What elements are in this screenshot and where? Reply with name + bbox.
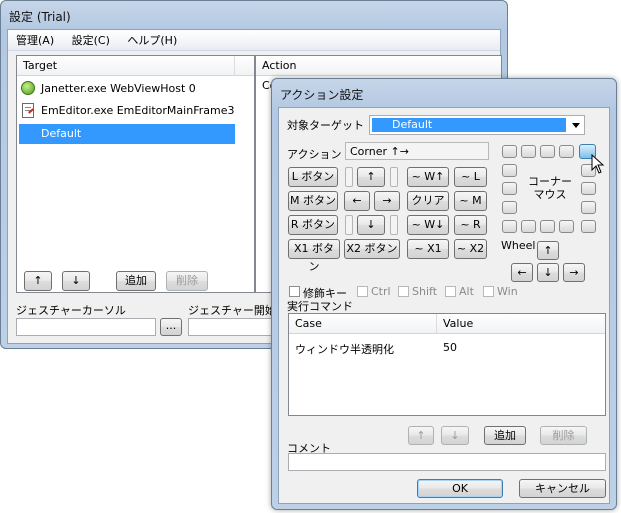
target-select-label: 対象ターゲット	[287, 119, 364, 132]
modifier-checkbox[interactable]	[289, 286, 300, 297]
m-button[interactable]: M ボタン	[288, 191, 338, 211]
corner-mouse-label: コーナーマウス	[528, 175, 572, 201]
down-arrow-button[interactable]: ↓	[357, 215, 385, 235]
gesture-start-field[interactable]	[188, 318, 278, 336]
target-add-button[interactable]: 追加	[116, 271, 156, 291]
target-row-default[interactable]: Default	[19, 124, 235, 144]
wheel-arrow-left-button[interactable]: ←	[511, 263, 533, 282]
gesture-start-label: ジェスチャー開始	[188, 304, 276, 317]
target-move-down-button[interactable]: ↓	[62, 271, 90, 291]
slot-left-bottom	[345, 215, 353, 235]
corner-top-1[interactable]	[521, 145, 536, 158]
clear-button[interactable]: クリア	[407, 191, 449, 211]
dialog-title: アクション設定	[280, 88, 364, 102]
menu-bar: 管理(A) 設定(C) ヘルプ(H)	[8, 30, 500, 51]
action-column-header[interactable]: Action	[256, 56, 501, 76]
target-row-label: Janetter.exe WebViewHost 0	[41, 82, 196, 95]
slot-right-top	[390, 167, 398, 187]
ctrl-label: Ctrl	[371, 285, 391, 298]
wheel-arrow-up-button[interactable]: ↑	[537, 241, 559, 260]
wheel-up-button[interactable]: ~ W↑	[407, 167, 449, 187]
action-value-field: Corner ↑→	[345, 142, 489, 160]
corner-bottom-right[interactable]	[581, 220, 596, 233]
command-add-button[interactable]: 追加	[484, 426, 526, 445]
corner-left-2[interactable]	[502, 182, 517, 195]
target-select[interactable]: Default	[369, 115, 585, 135]
shift-label: Shift	[412, 285, 438, 298]
target-list[interactable]: Target Janetter.exe WebViewHost 0 EmEdit…	[16, 55, 255, 293]
target-header-filler	[235, 56, 254, 76]
right-arrow-button[interactable]: →	[374, 191, 400, 211]
corner-top-left[interactable]	[502, 145, 517, 158]
r-button[interactable]: R ボタン	[288, 215, 338, 235]
target-row-emeditor[interactable]: EmEditor.exe EmEditorMainFrame3 0	[19, 102, 235, 135]
gesture-cursor-field[interactable]	[16, 318, 156, 336]
chevron-down-icon[interactable]	[572, 123, 580, 128]
action-label: アクション	[287, 148, 342, 161]
janetter-app-icon	[21, 81, 35, 95]
corner-right-2[interactable]	[581, 182, 596, 195]
wheel-label: Wheel	[501, 239, 536, 252]
comment-field[interactable]	[288, 453, 606, 471]
command-section-label: 実行コマンド	[287, 300, 353, 313]
corner-bottom-2[interactable]	[540, 220, 555, 233]
target-row-label: Default	[41, 127, 82, 140]
l-button[interactable]: L ボタン	[288, 167, 338, 187]
shift-checkbox[interactable]	[398, 286, 409, 297]
corner-left-3[interactable]	[502, 201, 517, 214]
tilde-l-button[interactable]: ~ L	[454, 167, 487, 187]
x2-button[interactable]: X2 ボタン	[344, 239, 400, 259]
ctrl-checkbox[interactable]	[357, 286, 368, 297]
wheel-arrow-down-button[interactable]: ↓	[537, 263, 559, 282]
corner-left-1[interactable]	[502, 164, 517, 177]
dialog-client-area: 対象ターゲット Default アクション Corner ↑→ L ボタン ↑ …	[278, 107, 610, 504]
corner-right-3[interactable]	[581, 201, 596, 214]
ok-button[interactable]: OK	[417, 479, 503, 498]
corner-top-2[interactable]	[540, 145, 555, 158]
slot-right-bottom	[390, 215, 398, 235]
command-move-up-button[interactable]: ↑	[408, 426, 434, 445]
command-row-value[interactable]: 50	[443, 341, 457, 354]
corner-bottom-3[interactable]	[559, 220, 574, 233]
gesture-cursor-label: ジェスチャーカーソル	[16, 304, 126, 317]
alt-checkbox[interactable]	[445, 286, 456, 297]
tilde-r-button[interactable]: ~ R	[454, 215, 487, 235]
target-select-value: Default	[372, 118, 566, 132]
win-label: Win	[497, 285, 518, 298]
menu-item-settings[interactable]: 設定(C)	[72, 34, 110, 47]
tilde-m-button[interactable]: ~ M	[454, 191, 487, 211]
target-move-up-button[interactable]: ↑	[24, 271, 52, 291]
target-delete-button[interactable]: 削除	[166, 271, 208, 291]
command-col-value[interactable]: Value	[437, 314, 605, 334]
wheel-arrow-right-button[interactable]: →	[563, 263, 585, 282]
target-row-janetter[interactable]: Janetter.exe WebViewHost 0	[19, 80, 235, 98]
command-table[interactable]: Case Value ウィンドウ半透明化 50	[288, 313, 606, 416]
settings-window-title: 設定 (Trial)	[9, 10, 71, 24]
up-arrow-button[interactable]: ↑	[357, 167, 385, 187]
command-move-down-button[interactable]: ↓	[441, 426, 469, 445]
mouse-pointer-icon	[591, 154, 605, 174]
action-settings-dialog: アクション設定 対象ターゲット Default アクション Corner ↑→ …	[271, 78, 617, 510]
command-delete-button[interactable]: 削除	[540, 426, 587, 445]
left-arrow-button[interactable]: ←	[344, 191, 370, 211]
menu-item-help[interactable]: ヘルプ(H)	[127, 34, 177, 47]
command-row-case[interactable]: ウィンドウ半透明化	[295, 341, 394, 357]
target-column-header[interactable]: Target	[17, 56, 235, 76]
x1-button[interactable]: X1 ボタン	[288, 239, 340, 273]
corner-top-3[interactable]	[559, 145, 574, 158]
tilde-x2-button[interactable]: ~ X2	[454, 239, 487, 259]
cancel-button[interactable]: キャンセル	[519, 479, 606, 498]
command-col-case[interactable]: Case	[289, 314, 437, 334]
wheel-down-button[interactable]: ~ W↓	[407, 215, 449, 235]
emeditor-app-icon	[22, 103, 34, 118]
gesture-cursor-browse-button[interactable]: ...	[160, 318, 182, 336]
tilde-x1-button[interactable]: ~ X1	[407, 239, 449, 259]
corner-bottom-1[interactable]	[521, 220, 536, 233]
slot-left-top	[345, 167, 353, 187]
alt-label: Alt	[459, 285, 474, 298]
corner-bottom-left[interactable]	[502, 220, 517, 233]
win-checkbox[interactable]	[483, 286, 494, 297]
menu-item-manage[interactable]: 管理(A)	[16, 34, 54, 47]
